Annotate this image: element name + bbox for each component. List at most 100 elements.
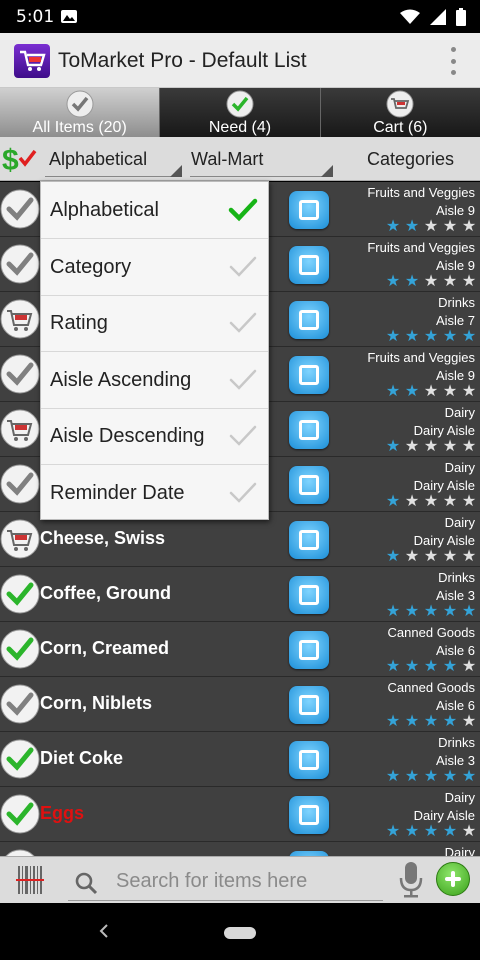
star-icon: ★ — [404, 713, 420, 730]
quantity-button[interactable] — [289, 411, 329, 449]
star-icon: ★ — [404, 493, 420, 510]
photo-notification-icon — [60, 8, 78, 29]
rating-stars[interactable]: ★ ★ ★ ★ ★ — [384, 824, 478, 840]
sort-option-label: Alphabetical — [50, 199, 159, 221]
green-check-icon[interactable] — [0, 629, 40, 669]
rating-stars[interactable]: ★ ★ ★ ★ ★ — [384, 659, 478, 675]
list-item[interactable]: Diet Coke Drinks Aisle 3 ★ ★ ★ ★ ★ — [0, 732, 480, 787]
tab-need[interactable]: Need (4) — [160, 88, 321, 137]
sort-option-label: Category — [50, 255, 132, 278]
sort-option[interactable]: Aisle Ascending — [41, 352, 268, 409]
sort-dropdown[interactable]: Alphabetical — [40, 137, 182, 181]
white-check-icon[interactable] — [0, 189, 40, 229]
star-icon: ★ — [461, 438, 477, 455]
back-icon[interactable] — [96, 923, 112, 939]
star-icon: ★ — [404, 328, 420, 345]
selected-check-icon — [228, 196, 258, 224]
rating-stars[interactable]: ★ ★ ★ ★ ★ — [384, 714, 478, 730]
categories-button[interactable]: Categories — [367, 149, 454, 170]
green-check-icon[interactable] — [0, 794, 40, 834]
star-icon: ★ — [461, 658, 477, 675]
star-icon: ★ — [385, 823, 401, 840]
star-icon: ★ — [461, 218, 477, 235]
star-icon: ★ — [442, 273, 458, 290]
quantity-button[interactable] — [289, 301, 329, 339]
sort-option[interactable]: Aisle Descending — [41, 408, 268, 465]
rating-stars[interactable]: ★ ★ ★ ★ ★ — [384, 329, 478, 345]
cart-status-icon[interactable] — [0, 409, 40, 449]
quantity-button[interactable] — [289, 466, 329, 504]
sort-option-label: Aisle Ascending — [50, 368, 192, 391]
white-check-icon[interactable] — [0, 849, 40, 856]
bottom-search-bar — [0, 856, 480, 903]
list-item[interactable]: Dairy★★★★★ — [0, 842, 480, 856]
star-icon: ★ — [385, 273, 401, 290]
star-icon: ★ — [404, 823, 420, 840]
quantity-button[interactable] — [289, 796, 329, 834]
rating-stars[interactable]: ★ ★ ★ ★ ★ — [384, 494, 478, 510]
sort-option[interactable]: Rating — [41, 295, 268, 352]
star-icon: ★ — [442, 548, 458, 565]
star-icon: ★ — [404, 438, 420, 455]
overflow-menu-icon[interactable] — [448, 47, 458, 75]
search-input[interactable] — [116, 861, 376, 901]
star-icon: ★ — [442, 603, 458, 620]
tab-cart[interactable]: Cart (6) — [320, 88, 480, 137]
home-pill[interactable] — [224, 927, 256, 939]
green-check-icon[interactable] — [0, 574, 40, 614]
item-aisle: Aisle 9 — [435, 203, 475, 218]
quantity-button[interactable] — [289, 246, 329, 284]
rating-stars[interactable]: ★ ★ ★ ★ ★ — [384, 274, 478, 290]
star-icon: ★ — [423, 603, 439, 620]
quantity-button[interactable] — [289, 356, 329, 394]
sort-menu: Alphabetical Category Rating Aisle Ascendin… — [40, 181, 269, 520]
rating-stars[interactable]: ★ ★ ★ ★ ★ — [384, 219, 478, 235]
white-check-icon[interactable] — [0, 354, 40, 394]
item-name: Coffee, Ground — [40, 583, 171, 603]
add-item-button[interactable] — [436, 862, 470, 896]
dollar-check-icon[interactable]: $ — [2, 143, 38, 180]
quantity-button[interactable] — [289, 576, 329, 614]
microphone-icon[interactable] — [398, 861, 424, 899]
rating-stars[interactable]: ★ ★ ★ ★ ★ — [384, 549, 478, 565]
page-title: ToMarket Pro - Default List — [58, 49, 307, 72]
star-icon: ★ — [461, 768, 477, 785]
store-dropdown[interactable]: Wal-Mart — [185, 137, 333, 181]
sort-option[interactable]: Alphabetical — [41, 182, 268, 239]
white-check-icon[interactable] — [0, 464, 40, 504]
star-icon: ★ — [385, 218, 401, 235]
item-aisle: Aisle 7 — [435, 313, 475, 328]
status-time: 5:01 — [16, 7, 55, 27]
barcode-scanner-icon[interactable] — [16, 863, 44, 897]
quantity-button[interactable] — [289, 686, 329, 724]
quantity-button[interactable] — [289, 631, 329, 669]
rating-stars[interactable]: ★ ★ ★ ★ ★ — [384, 769, 478, 785]
rating-stars[interactable]: ★ ★ ★ ★ ★ — [384, 604, 478, 620]
star-icon: ★ — [442, 768, 458, 785]
cart-status-icon[interactable] — [0, 519, 40, 559]
green-check-icon[interactable] — [0, 739, 40, 779]
signal-icon — [430, 9, 446, 25]
check-icon — [228, 479, 258, 507]
dropdown-arrow-icon — [170, 165, 182, 177]
white-check-icon[interactable] — [0, 684, 40, 724]
list-item[interactable]: Eggs Dairy Dairy Aisle ★ ★ ★ ★ ★ — [0, 787, 480, 842]
quantity-button[interactable] — [289, 741, 329, 779]
sort-option[interactable]: Category — [41, 239, 268, 296]
rating-stars[interactable]: ★ ★ ★ ★ ★ — [384, 439, 478, 455]
quantity-button[interactable] — [289, 521, 329, 559]
list-item[interactable]: Coffee, Ground Drinks Aisle 3 ★ ★ ★ ★ ★ — [0, 567, 480, 622]
item-category: Dairy — [444, 515, 475, 530]
cart-status-icon[interactable] — [0, 299, 40, 339]
list-item[interactable]: Corn, Creamed Canned Goods Aisle 6 ★ ★ ★ ★ ★ — [0, 622, 480, 677]
tab-all-items[interactable]: All Items (20) — [0, 88, 161, 137]
sort-option[interactable]: Reminder Date — [41, 465, 268, 522]
white-check-icon[interactable] — [0, 244, 40, 284]
item-category: Fruits and Veggies — [367, 185, 475, 200]
search-icon — [75, 872, 98, 895]
star-icon: ★ — [423, 658, 439, 675]
list-item[interactable]: Corn, Niblets Canned Goods Aisle 6 ★ ★ ★ ★ ★ — [0, 677, 480, 732]
rating-stars[interactable]: ★ ★ ★ ★ ★ — [384, 384, 478, 400]
star-icon: ★ — [423, 548, 439, 565]
quantity-button[interactable] — [289, 191, 329, 229]
